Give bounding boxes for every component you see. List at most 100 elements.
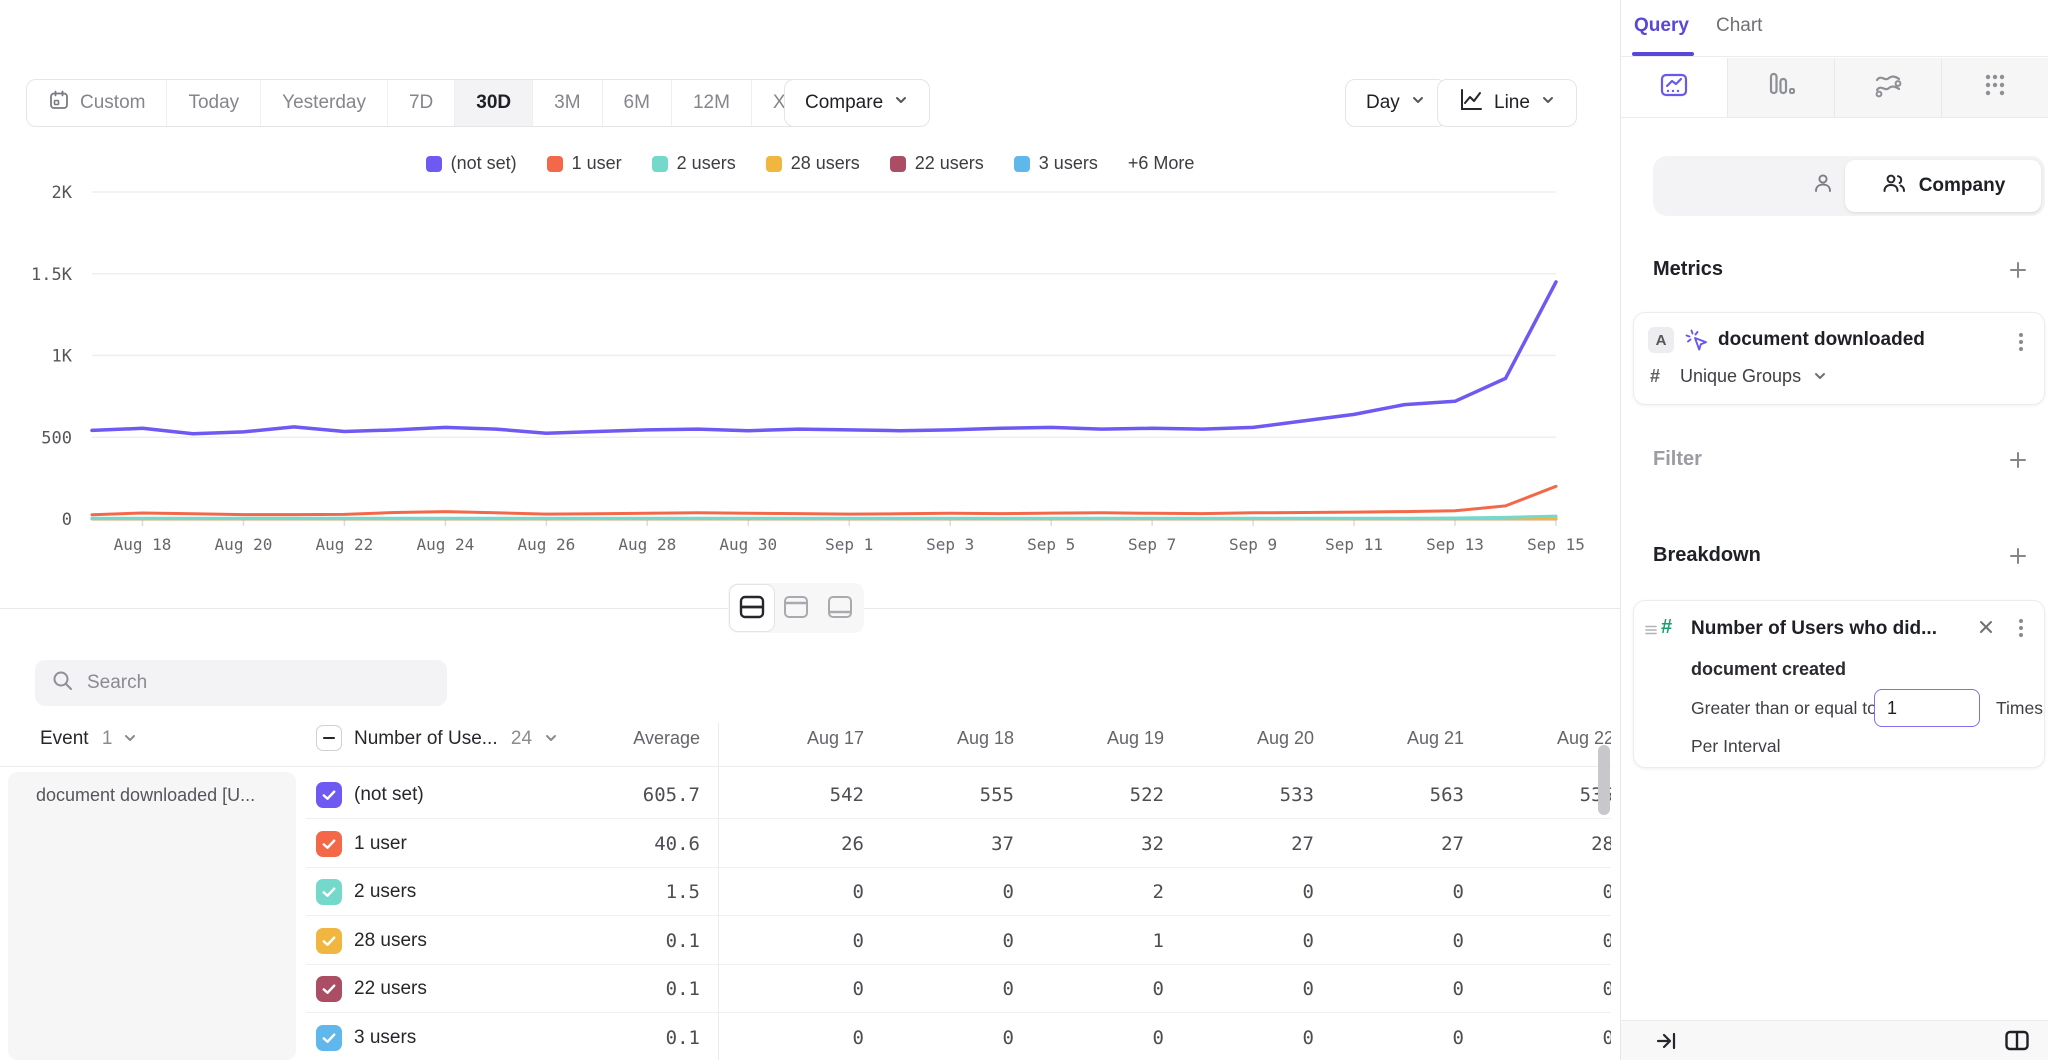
row-value: 0 [714, 930, 864, 952]
group-column-header[interactable]: Number of Use... 24 [354, 728, 559, 752]
svg-text:Aug 22: Aug 22 [316, 535, 374, 554]
tab-query[interactable]: Query [1634, 15, 1689, 37]
scope-option-company[interactable]: Company [1845, 160, 2041, 212]
breakdown-title[interactable]: Number of Users who did... [1691, 618, 1937, 640]
table-row[interactable]: (not set)605.7542555522533563535 [0, 771, 1611, 819]
row-value: 0 [864, 978, 1014, 1000]
select-all-checkbox[interactable] [316, 725, 342, 751]
measure-label: Unique Groups [1680, 366, 1801, 386]
event-column-header[interactable]: Event 1 [40, 728, 138, 752]
row-value: 0 [1164, 978, 1314, 1000]
split-view-icon [737, 593, 767, 624]
measure-dropdown[interactable]: Unique Groups [1680, 366, 1828, 389]
event-header-label: Event [40, 728, 89, 749]
row-checkbox[interactable] [316, 831, 342, 857]
svg-text:Sep 5: Sep 5 [1027, 535, 1075, 554]
row-value: 37 [864, 833, 1014, 855]
row-value: 0 [1164, 930, 1314, 952]
active-tab-underline [1632, 52, 1694, 56]
metric-event-name[interactable]: document downloaded [1718, 329, 1925, 351]
person-icon [1811, 171, 1835, 201]
chart-type-tab-grid-dots[interactable] [1941, 58, 2048, 117]
scope-toggle: User Company [1653, 156, 2045, 216]
svg-text:Aug 24: Aug 24 [416, 535, 474, 554]
header-separator [0, 766, 1611, 767]
layout-button-split-view[interactable] [730, 585, 774, 631]
search-input[interactable] [87, 672, 431, 694]
chevron-down-icon [122, 730, 138, 751]
chart-type-tab-bar-chart[interactable] [1727, 58, 1834, 117]
table-row[interactable]: 22 users0.1000000 [0, 965, 1611, 1013]
row-value: 0 [864, 881, 1014, 903]
row-value: 555 [864, 784, 1014, 806]
svg-text:Aug 18: Aug 18 [114, 535, 172, 554]
line-chart-icon [1658, 70, 1690, 105]
row-value: 27 [1314, 833, 1464, 855]
layout-button-bottom-panel-view[interactable] [818, 585, 862, 631]
add-filter-button[interactable] [2004, 446, 2032, 474]
metric-card[interactable]: A document downloaded # Unique Groups [1633, 312, 2045, 405]
add-metric-button[interactable] [2004, 256, 2032, 284]
row-value: 0 [714, 1027, 864, 1049]
add-breakdown-button[interactable] [2004, 542, 2032, 570]
column-divider [718, 722, 719, 1060]
svg-text:Sep 13: Sep 13 [1426, 535, 1484, 554]
row-label: 2 users [354, 868, 416, 916]
bar-chart-icon [1765, 70, 1797, 105]
collapse-panel-icon[interactable] [1655, 1030, 1677, 1055]
row-value: 0 [1314, 881, 1464, 903]
query-panel: Query Chart User Company Metrics A docum… [1620, 0, 2048, 1060]
breakdown-card: # Number of Users who did... document cr… [1633, 600, 2045, 768]
svg-text:Sep 15: Sep 15 [1527, 535, 1585, 554]
date-column-header: Aug 20 [1164, 728, 1314, 749]
table-row[interactable]: 28 users0.1001000 [0, 917, 1611, 965]
metric-kebab-menu[interactable] [2010, 329, 2032, 358]
breakdown-value-input[interactable] [1874, 689, 1980, 727]
svg-text:0: 0 [62, 510, 72, 530]
row-value: 542 [714, 784, 864, 806]
date-column-header: Aug 18 [864, 728, 1014, 749]
svg-text:Sep 11: Sep 11 [1325, 535, 1383, 554]
row-value: 0 [1314, 1027, 1464, 1049]
svg-text:Sep 1: Sep 1 [825, 535, 873, 554]
row-checkbox[interactable] [316, 782, 342, 808]
vertical-scrollbar[interactable] [1598, 745, 1610, 815]
breakdown-per-interval-label[interactable]: Per Interval [1691, 736, 1780, 757]
svg-text:Sep 7: Sep 7 [1128, 535, 1176, 554]
row-checkbox[interactable] [316, 928, 342, 954]
row-value: 535 [1464, 784, 1611, 806]
row-value: 0 [1464, 978, 1611, 1000]
panel-tabs: Query Chart [1621, 0, 2048, 57]
svg-text:1.5K: 1.5K [31, 265, 73, 285]
drag-handle-icon[interactable] [1644, 623, 1658, 642]
split-panel-icon[interactable] [2004, 1029, 2030, 1056]
event-click-icon [1684, 328, 1710, 359]
row-value: 0 [1014, 1027, 1164, 1049]
chart-type-tab-flow-chart[interactable] [1834, 58, 1941, 117]
date-column-header: Aug 21 [1314, 728, 1464, 749]
table-row[interactable]: 2 users1.5002000 [0, 868, 1611, 916]
breakdown-kebab-menu[interactable] [2010, 615, 2032, 644]
layout-button-top-panel-view[interactable] [774, 585, 818, 631]
svg-text:2K: 2K [52, 183, 73, 203]
breakdown-section-title: Breakdown [1653, 544, 1761, 567]
row-checkbox[interactable] [316, 879, 342, 905]
svg-text:Aug 30: Aug 30 [719, 535, 777, 554]
average-column-header[interactable]: Average [550, 728, 700, 749]
row-checkbox[interactable] [316, 976, 342, 1002]
group-header-label: Number of Use... [354, 728, 498, 749]
row-value: 1 [1014, 930, 1164, 952]
row-value: 0 [1464, 1027, 1611, 1049]
tab-chart[interactable]: Chart [1716, 15, 1762, 37]
svg-text:500: 500 [41, 428, 72, 448]
close-icon[interactable] [1976, 617, 1996, 640]
row-checkbox[interactable] [316, 1025, 342, 1051]
row-label: 1 user [354, 820, 407, 868]
chart-type-tab-line-chart[interactable] [1621, 58, 1727, 117]
table-row[interactable]: 3 users0.1000000 [0, 1014, 1611, 1060]
breakdown-event-name[interactable]: document created [1691, 659, 1846, 680]
breakdown-condition-label[interactable]: Greater than or equal to [1691, 698, 1877, 719]
top-panel-view-icon [781, 593, 811, 624]
row-value: 563 [1314, 784, 1464, 806]
table-row[interactable]: 1 user40.6263732272728 [0, 820, 1611, 868]
